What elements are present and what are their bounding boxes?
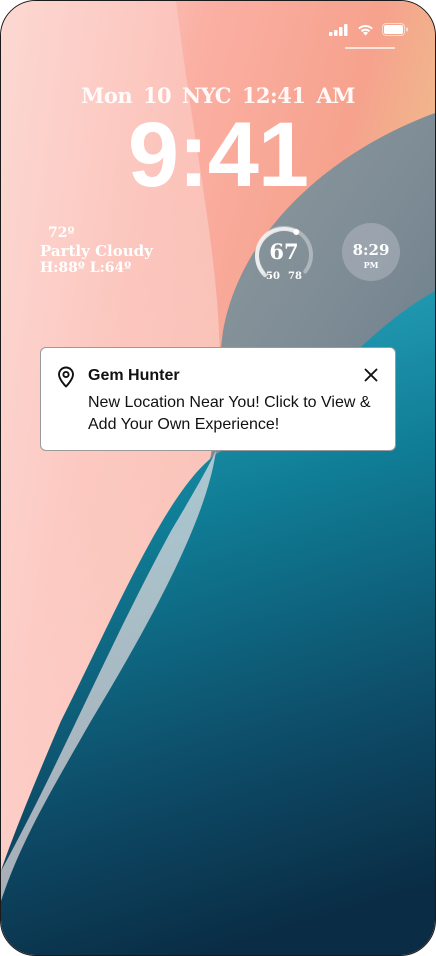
gauge-value: 67	[269, 239, 299, 264]
temperature-gauge-widget[interactable]: 67 50 78	[253, 225, 315, 287]
wifi-icon	[358, 24, 373, 35]
close-icon[interactable]	[364, 368, 378, 382]
notification-card[interactable]: Gem Hunter New Location Near You! Click …	[40, 347, 396, 451]
notification-app-name: Gem Hunter	[88, 367, 180, 384]
battery-icon	[382, 23, 408, 36]
world-clock-time: 8:29	[352, 241, 390, 259]
world-clock-widget[interactable]: 8:29 PM	[342, 223, 400, 281]
weather-widget[interactable]: 72º Partly Cloudy H:88º L:64º	[40, 225, 153, 277]
status-bar	[329, 23, 409, 36]
gauge-high: 78	[288, 271, 302, 282]
phone-lock-screen: Mon 10 NYC 12:41 AM 9:41 72º Partly Clou…	[0, 0, 436, 956]
weather-condition: Partly Cloudy	[40, 241, 153, 260]
location-pin-icon	[58, 366, 74, 388]
weather-temperature: 72º	[48, 225, 75, 241]
status-underline	[345, 47, 395, 49]
cellular-signal-icon	[329, 23, 348, 36]
notification-message: New Location Near You! Click to View & A…	[88, 394, 371, 433]
gauge-indicator	[293, 228, 300, 235]
weather-high-low: H:88º L:64º	[40, 259, 132, 276]
gauge-low: 50	[266, 271, 280, 282]
world-clock-ampm: PM	[363, 260, 379, 270]
lock-screen-clock: 9:41	[127, 104, 309, 206]
